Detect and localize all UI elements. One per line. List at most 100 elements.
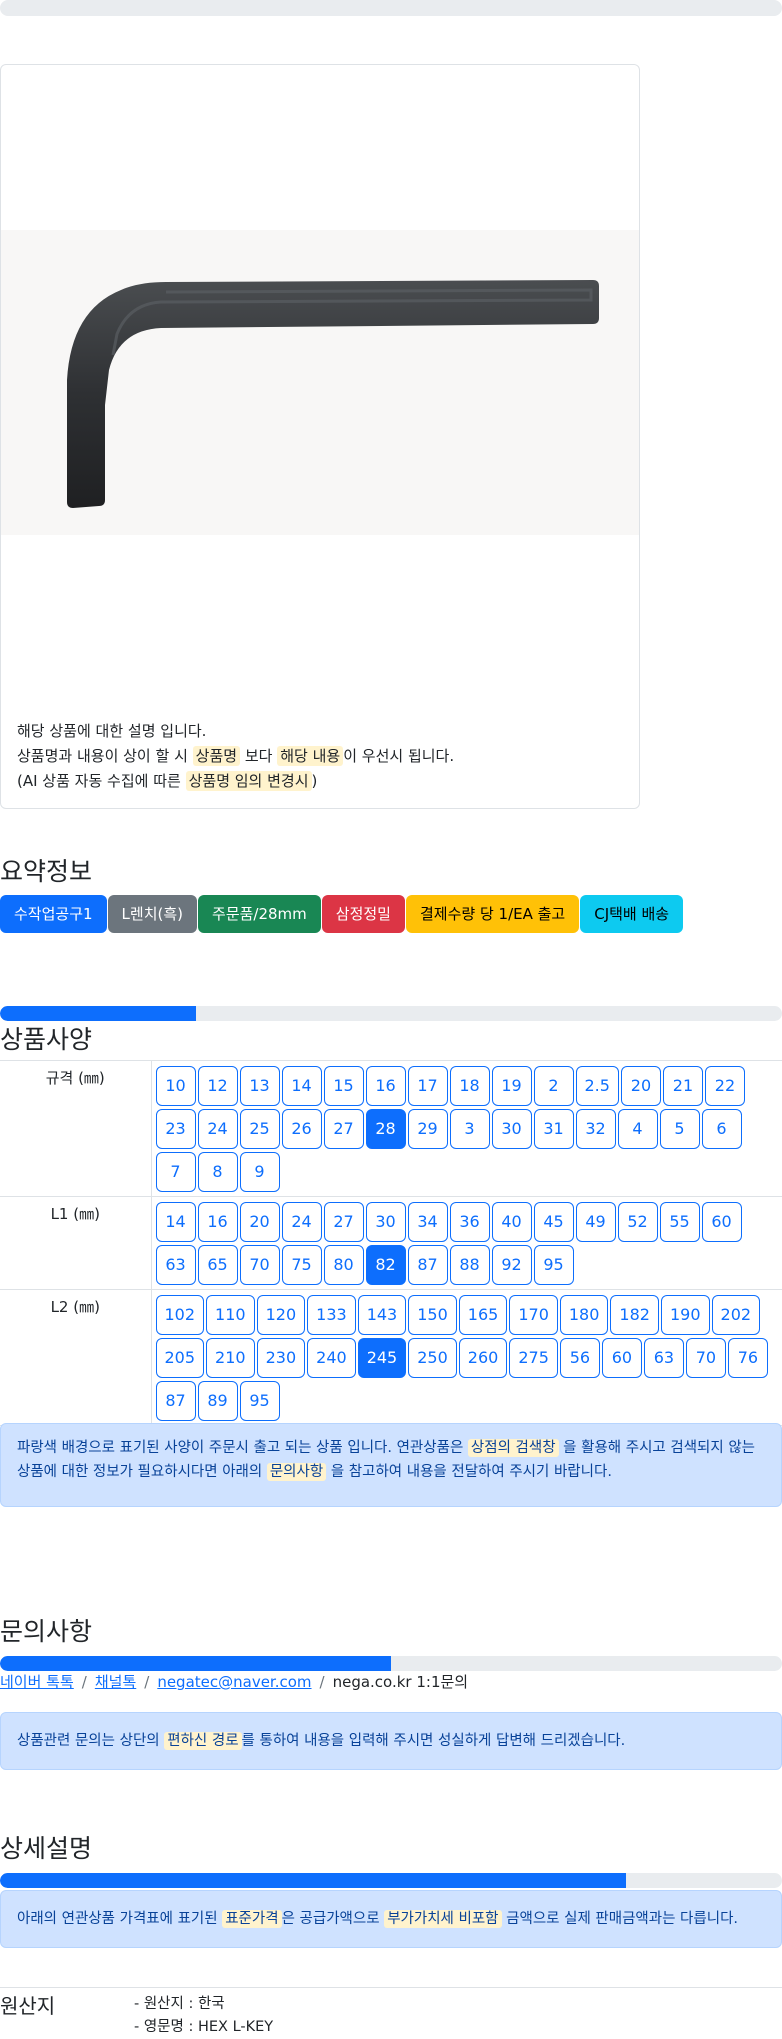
spec-option-button[interactable]: 55 (660, 1202, 700, 1242)
spec-option-button[interactable]: 30 (492, 1109, 532, 1149)
spec-option-button[interactable]: 13 (240, 1066, 280, 1106)
spec-option-button[interactable]: 2 (534, 1066, 574, 1106)
email-link[interactable]: negatec@naver.com (157, 1673, 311, 1691)
spec-option-button[interactable]: 190 (661, 1295, 710, 1335)
spec-option-button[interactable]: 260 (459, 1338, 508, 1378)
spec-option-button[interactable]: 5 (660, 1109, 700, 1149)
spec-option-button-selected[interactable]: 82 (366, 1245, 406, 1285)
spec-option-button[interactable]: 34 (408, 1202, 448, 1242)
spec-option-button[interactable]: 60 (702, 1202, 742, 1242)
notice-text: 금액으로 실제 판매금액과는 다릅니다. (506, 1911, 738, 1927)
spec-option-button[interactable]: 95 (534, 1245, 574, 1285)
spec-option-button[interactable]: 76 (728, 1338, 768, 1378)
spec-option-button[interactable]: 21 (663, 1066, 703, 1106)
spec-option-button[interactable]: 92 (492, 1245, 532, 1285)
spec-option-button[interactable]: 25 (240, 1109, 280, 1149)
spec-option-button[interactable]: 110 (206, 1295, 255, 1335)
spec-option-button[interactable]: 87 (156, 1381, 196, 1421)
spec-option-button[interactable]: 88 (450, 1245, 490, 1285)
spec-option-button[interactable]: 240 (307, 1338, 356, 1378)
spec-option-button[interactable]: 2.5 (576, 1066, 619, 1106)
naver-talk-link[interactable]: 네이버 톡톡 (0, 1673, 74, 1691)
spec-option-button[interactable]: 56 (560, 1338, 600, 1378)
spec-options: 10121314151617181922.5202122 232425262728… (151, 1061, 782, 1197)
spec-option-button[interactable]: 80 (324, 1245, 364, 1285)
spec-option-button[interactable]: 102 (156, 1295, 205, 1335)
spec-option-button[interactable]: 49 (576, 1202, 616, 1242)
spec-option-button[interactable]: 150 (408, 1295, 457, 1335)
spec-option-button-selected[interactable]: 245 (358, 1338, 407, 1378)
spec-option-button[interactable]: 19 (492, 1066, 532, 1106)
spec-option-button[interactable]: 16 (198, 1202, 238, 1242)
spec-option-button[interactable]: 30 (366, 1202, 406, 1242)
spec-option-button[interactable]: 6 (702, 1109, 742, 1149)
spec-option-button[interactable]: 133 (307, 1295, 356, 1335)
spec-option-button[interactable]: 205 (156, 1338, 205, 1378)
spec-option-button[interactable]: 210 (206, 1338, 255, 1378)
spec-option-button[interactable]: 12 (198, 1066, 238, 1106)
spec-option-button[interactable]: 75 (282, 1245, 322, 1285)
spec-option-button[interactable]: 20 (621, 1066, 661, 1106)
spec-option-button[interactable]: 45 (534, 1202, 574, 1242)
spec-option-button[interactable]: 70 (686, 1338, 726, 1378)
spec-option-button[interactable]: 17 (408, 1066, 448, 1106)
spec-option-button[interactable]: 40 (492, 1202, 532, 1242)
spec-option-button[interactable]: 29 (408, 1109, 448, 1149)
spec-option-button[interactable]: 18 (450, 1066, 490, 1106)
spec-option-button[interactable]: 63 (644, 1338, 684, 1378)
spec-option-button[interactable]: 70 (240, 1245, 280, 1285)
spec-option-button[interactable]: 170 (509, 1295, 558, 1335)
spec-option-button[interactable]: 89 (198, 1381, 238, 1421)
spec-option-button[interactable]: 15 (324, 1066, 364, 1106)
inquiry-progress-fill (0, 1656, 391, 1671)
spec-option-button[interactable]: 20 (240, 1202, 280, 1242)
desc-text: ) (312, 772, 318, 790)
spec-option-button[interactable]: 52 (618, 1202, 658, 1242)
spec-option-button[interactable]: 180 (560, 1295, 609, 1335)
spec-option-button[interactable]: 120 (257, 1295, 306, 1335)
spec-option-button[interactable]: 36 (450, 1202, 490, 1242)
option-group: 1021101201331431501651701801821902022052… (156, 1293, 782, 1422)
spec-option-button[interactable]: 8 (198, 1152, 238, 1192)
spec-option-button[interactable]: 32 (576, 1109, 616, 1149)
spec-option-button[interactable]: 10 (156, 1066, 196, 1106)
inquiry-progress-bar (0, 1656, 782, 1671)
spec-option-button[interactable]: 87 (408, 1245, 448, 1285)
summary-badge: 삼정정밀 (322, 895, 405, 933)
spec-option-button[interactable]: 182 (610, 1295, 659, 1335)
spec-option-button[interactable]: 202 (712, 1295, 761, 1335)
separator: / (136, 1673, 157, 1691)
spec-option-button[interactable]: 143 (358, 1295, 407, 1335)
spec-option-button[interactable]: 95 (240, 1381, 280, 1421)
desc-text: 상품명과 내용이 상이 할 시 (17, 747, 188, 765)
spec-option-button[interactable]: 7 (156, 1152, 196, 1192)
spec-option-button[interactable]: 27 (324, 1109, 364, 1149)
product-description: 해당 상품에 대한 설명 입니다. 상품명과 내용이 상이 할 시 상품명 보다… (17, 719, 454, 794)
spec-option-button[interactable]: 65 (198, 1245, 238, 1285)
desc-line: 상품명과 내용이 상이 할 시 상품명 보다 해당 내용이 우선시 됩니다. (17, 744, 454, 769)
spec-option-button[interactable]: 24 (282, 1202, 322, 1242)
spec-option-button[interactable]: 26 (282, 1109, 322, 1149)
spec-option-button[interactable]: 9 (240, 1152, 280, 1192)
spec-option-button-selected[interactable]: 28 (366, 1109, 406, 1149)
spec-option-button[interactable]: 31 (534, 1109, 574, 1149)
spec-option-button[interactable]: 3 (450, 1109, 490, 1149)
spec-option-button[interactable]: 60 (602, 1338, 642, 1378)
spec-option-button[interactable]: 16 (366, 1066, 406, 1106)
spec-option-button[interactable]: 14 (282, 1066, 322, 1106)
spec-option-button[interactable]: 275 (509, 1338, 558, 1378)
channel-talk-link[interactable]: 채널톡 (95, 1673, 136, 1691)
separator: / (74, 1673, 95, 1691)
inquiry-notice: 상품관련 문의는 상단의 편하신 경로를 통하여 내용을 입력해 주시면 성실하… (0, 1712, 782, 1770)
notice-text: 은 공급가액으로 (282, 1911, 380, 1927)
spec-option-button[interactable]: 27 (324, 1202, 364, 1242)
spec-option-button[interactable]: 14 (156, 1202, 196, 1242)
spec-option-button[interactable]: 165 (459, 1295, 508, 1335)
spec-option-button[interactable]: 230 (257, 1338, 306, 1378)
spec-option-button[interactable]: 250 (408, 1338, 457, 1378)
spec-option-button[interactable]: 23 (156, 1109, 196, 1149)
spec-option-button[interactable]: 22 (705, 1066, 745, 1106)
spec-option-button[interactable]: 24 (198, 1109, 238, 1149)
spec-option-button[interactable]: 4 (618, 1109, 658, 1149)
spec-option-button[interactable]: 63 (156, 1245, 196, 1285)
